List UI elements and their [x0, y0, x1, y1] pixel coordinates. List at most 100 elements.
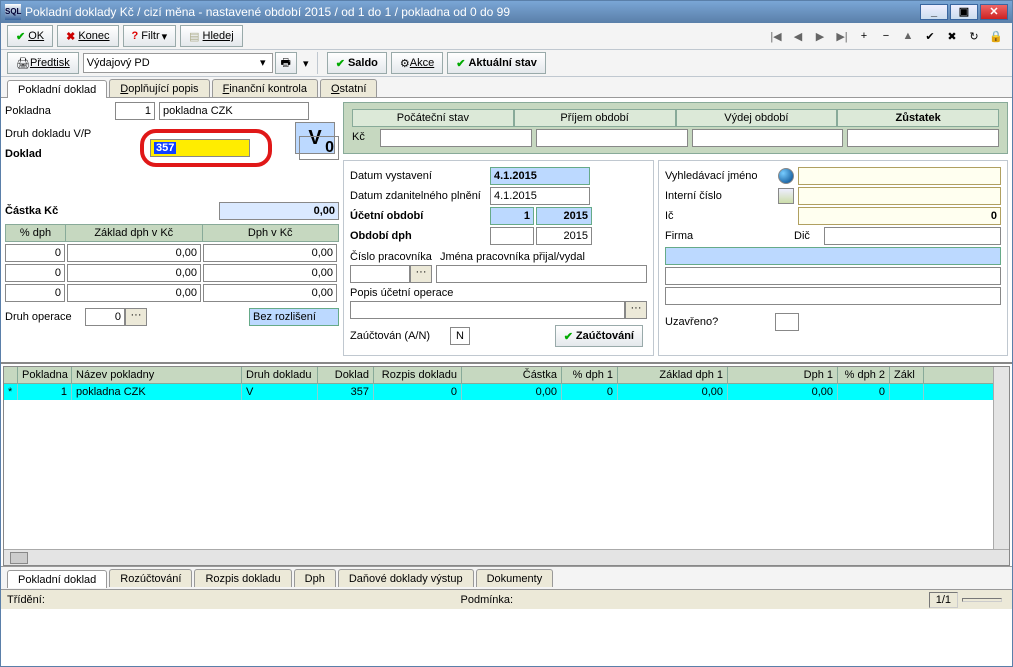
- gh-nazev[interactable]: Název pokladny: [72, 367, 242, 383]
- records-grid[interactable]: Pokladna Název pokladny Druh dokladu Dok…: [3, 366, 1010, 566]
- gh-zd1[interactable]: Základ dph 1: [618, 367, 728, 383]
- dic-input[interactable]: [824, 227, 1001, 245]
- saldo-button[interactable]: Saldo: [327, 52, 387, 74]
- vyh-input[interactable]: [798, 167, 1001, 185]
- gh-dph1[interactable]: Dph 1: [728, 367, 838, 383]
- nav-next-icon[interactable]: ▶: [810, 25, 830, 47]
- btab-dokumenty[interactable]: Dokumenty: [476, 569, 554, 587]
- btab-pokladni[interactable]: Pokladní doklad: [7, 570, 107, 588]
- dph-r3c3[interactable]: 0,00: [203, 284, 337, 302]
- maximize-button[interactable]: ▣: [950, 4, 978, 20]
- nav-add-icon[interactable]: +: [854, 25, 874, 47]
- firma-line3[interactable]: [665, 287, 1001, 305]
- int-input[interactable]: [798, 187, 1001, 205]
- predtisk-button[interactable]: 🖨 Předtisk: [7, 52, 79, 74]
- uzav-label: Uzavřeno?: [665, 316, 775, 328]
- globe-icon[interactable]: [778, 168, 794, 184]
- gr-druh: V: [242, 384, 318, 400]
- cislo-prac-input[interactable]: [350, 265, 410, 283]
- gh-druh[interactable]: Druh dokladu: [242, 367, 318, 383]
- aktualni-stav-button[interactable]: Aktuální stav: [447, 52, 546, 74]
- status-page: 1/1: [929, 592, 958, 608]
- ob-dph-y[interactable]: 2015: [536, 227, 592, 245]
- grid-vscroll[interactable]: [993, 367, 1009, 549]
- pokladna-number[interactable]: 1: [115, 102, 155, 120]
- nav-lock-icon[interactable]: 🔒: [986, 25, 1006, 47]
- druh-operace-lookup[interactable]: ···: [125, 308, 147, 326]
- castka-value[interactable]: 0,00: [219, 202, 339, 220]
- nav-edit-icon[interactable]: ▲: [898, 25, 918, 47]
- zauctovani-button[interactable]: Zaúčtování: [555, 325, 643, 347]
- gh-rozpis[interactable]: Rozpis dokladu: [374, 367, 462, 383]
- nav-refresh-icon[interactable]: ↻: [964, 25, 984, 47]
- akce-button[interactable]: ⚙ Akce: [391, 52, 443, 74]
- dph-r2c3[interactable]: 0,00: [203, 264, 337, 282]
- cislo-prac-lookup[interactable]: ···: [410, 265, 432, 283]
- gh-dph1p[interactable]: % dph 1: [562, 367, 618, 383]
- btab-rozpis[interactable]: Rozpis dokladu: [194, 569, 291, 587]
- nav-first-icon[interactable]: |◀: [766, 25, 786, 47]
- form-content: Pokladna 1 pokladna CZK Druh dokladu V/P…: [1, 98, 1012, 360]
- pokladna-name[interactable]: pokladna CZK: [159, 102, 309, 120]
- close-button[interactable]: ✕: [980, 4, 1008, 20]
- dph-r1c3[interactable]: 0,00: [203, 244, 337, 262]
- gh-zk2[interactable]: Zákl: [890, 367, 924, 383]
- grid-row[interactable]: * 1 pokladna CZK V 357 0 0,00 0 0,00 0,0…: [4, 384, 1009, 400]
- dph-r2c2[interactable]: 0,00: [67, 264, 201, 282]
- gh-doklad[interactable]: Doklad: [318, 367, 374, 383]
- print-icon[interactable]: 🖶: [275, 52, 297, 74]
- zauc-value[interactable]: N: [450, 327, 470, 345]
- ic-label: Ič: [665, 210, 775, 222]
- firma-line2[interactable]: [665, 267, 1001, 285]
- map-icon[interactable]: [778, 188, 794, 204]
- print-dropdown-icon[interactable]: ▾: [299, 52, 313, 74]
- minimize-button[interactable]: _: [920, 4, 948, 20]
- uc-ob-y[interactable]: 2015: [536, 207, 592, 225]
- btab-rozuctovani[interactable]: Rozúčtování: [109, 569, 192, 587]
- nav-remove-icon[interactable]: −: [876, 25, 896, 47]
- dph-r3c2[interactable]: 0,00: [67, 284, 201, 302]
- druh-0-field[interactable]: 0: [299, 136, 339, 160]
- firma-input[interactable]: [665, 247, 1001, 265]
- dph-r1c1[interactable]: 0: [5, 244, 65, 262]
- druh-operace-select[interactable]: Bez rozlišení: [249, 308, 339, 326]
- dph-r3c1[interactable]: 0: [5, 284, 65, 302]
- konec-button[interactable]: Konec: [57, 25, 118, 47]
- dph-r2c1[interactable]: 0: [5, 264, 65, 282]
- uc-ob-m[interactable]: 1: [490, 207, 534, 225]
- grid-hscroll[interactable]: [4, 549, 1009, 565]
- gh-castka[interactable]: Částka: [462, 367, 562, 383]
- uzav-input[interactable]: [775, 313, 799, 331]
- ok-button[interactable]: OK: [7, 25, 53, 47]
- jmena-input[interactable]: [436, 265, 647, 283]
- nav-prev-icon[interactable]: ◀: [788, 25, 808, 47]
- dat-vyst-input[interactable]: 4.1.2015: [490, 167, 590, 185]
- btab-dph[interactable]: Dph: [294, 569, 336, 587]
- bal-h3: Výdej období: [676, 109, 838, 127]
- dph-r1c2[interactable]: 0,00: [67, 244, 201, 262]
- doklad-highlight: 357: [150, 139, 250, 157]
- druh-operace-num[interactable]: 0: [85, 308, 125, 326]
- gh-pokladna[interactable]: Pokladna: [18, 367, 72, 383]
- tab-doplnujici-popis[interactable]: Doplňující popis: [109, 79, 209, 97]
- tab-ostatni[interactable]: Ostatní: [320, 79, 377, 97]
- hledej-button[interactable]: Hledej: [180, 25, 243, 47]
- nav-last-icon[interactable]: ▶|: [832, 25, 852, 47]
- ic-input[interactable]: 0: [798, 207, 1001, 225]
- doklad-input[interactable]: 357: [150, 139, 250, 157]
- tab-financni-kontrola[interactable]: Finanční kontrola: [212, 79, 318, 97]
- gh-dph2p[interactable]: % dph 2: [838, 367, 890, 383]
- filtr-button[interactable]: Filtr▾: [123, 25, 177, 47]
- gr-castka: 0,00: [462, 384, 562, 400]
- tab-pokladni-doklad[interactable]: Pokladní doklad: [7, 80, 107, 98]
- doc-type-select[interactable]: Výdajový PD: [83, 53, 273, 73]
- nav-cancel-icon[interactable]: ✖: [942, 25, 962, 47]
- dat-zdan-input[interactable]: 4.1.2015: [490, 187, 590, 205]
- nav-confirm-icon[interactable]: ✔: [920, 25, 940, 47]
- popis-input[interactable]: [350, 301, 625, 319]
- gr-dph1: 0,00: [728, 384, 838, 400]
- btab-danove[interactable]: Daňové doklady výstup: [338, 569, 474, 587]
- popis-lookup[interactable]: ···: [625, 301, 647, 319]
- ob-dph-m[interactable]: [490, 227, 534, 245]
- dph-header: % dph Základ dph v Kč Dph v Kč: [5, 224, 339, 242]
